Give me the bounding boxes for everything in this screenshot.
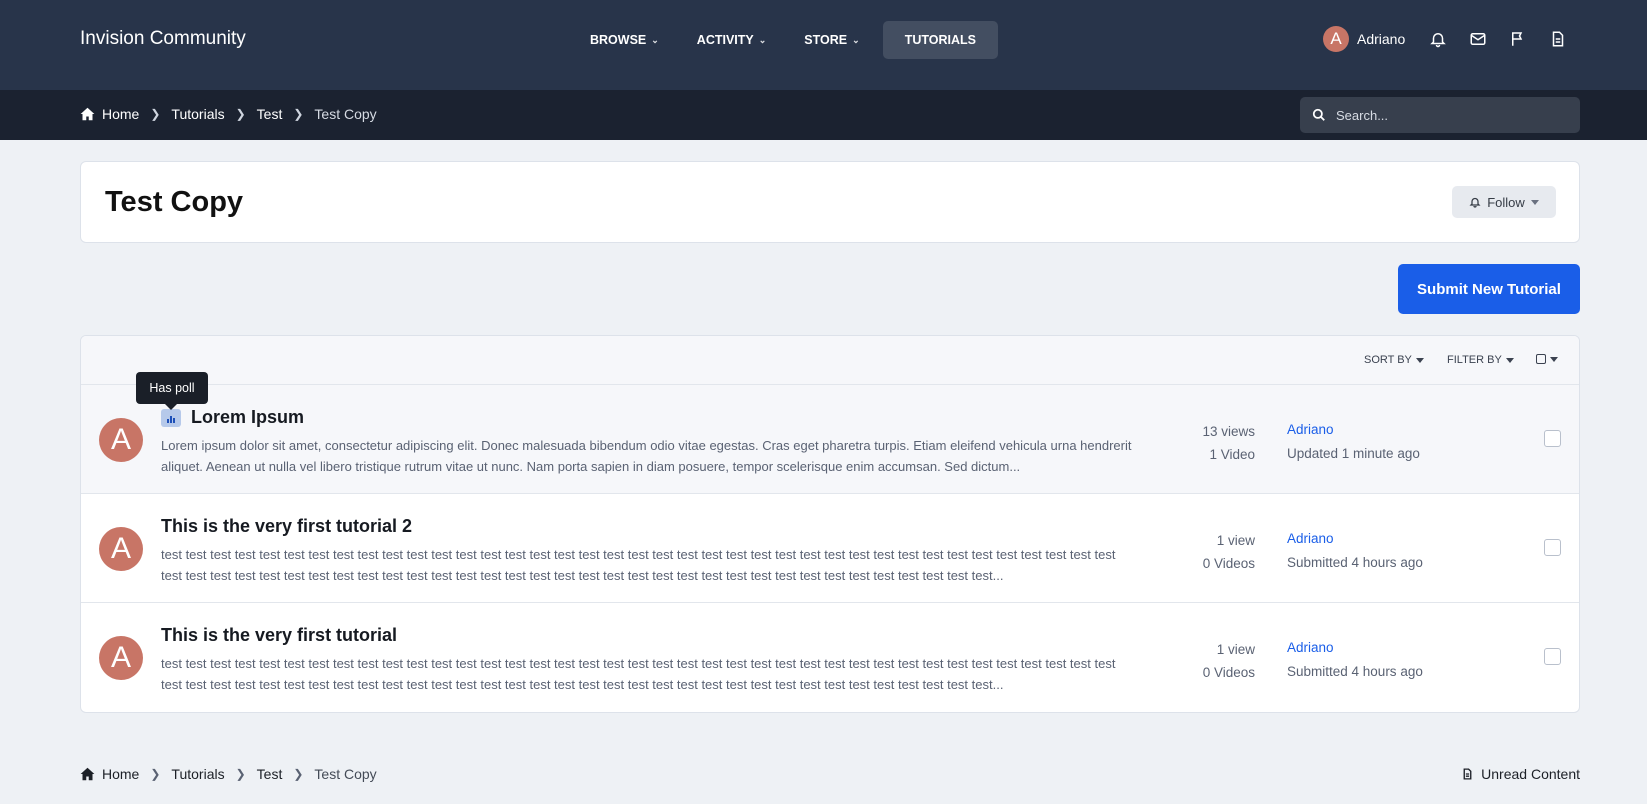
document-icon[interactable]	[1549, 30, 1567, 48]
nav-store[interactable]: STORE ⌄	[789, 21, 874, 59]
main-nav: BROWSE ⌄ ACTIVITY ⌄ STORE ⌄ TUTORIALS	[575, 21, 998, 59]
filter-by-button[interactable]: FILTER BY	[1447, 354, 1514, 366]
item-description: Lorem ipsum dolor sit amet, consectetur …	[161, 438, 1132, 474]
username: Adriano	[1357, 31, 1406, 47]
follow-label: Follow	[1487, 194, 1525, 210]
avatar[interactable]: A	[99, 418, 143, 462]
item-meta: Adriano Submitted 4 hours ago	[1287, 636, 1423, 684]
item-title[interactable]: This is the very first tutorial 2	[161, 516, 412, 537]
caret-down-icon	[1530, 199, 1539, 205]
avatar: A	[1323, 26, 1349, 52]
view-count: 1 view	[1216, 642, 1255, 657]
item-status: Submitted 4 hours ago	[1287, 555, 1423, 570]
item-title-text: Lorem Ipsum	[191, 407, 305, 427]
video-count: 0 Videos	[1202, 556, 1255, 571]
nav-activity[interactable]: ACTIVITY ⌄	[682, 21, 782, 59]
follow-button[interactable]: Follow	[1452, 186, 1556, 218]
tooltip: Has poll	[136, 372, 208, 410]
filter-by-label: FILTER BY	[1447, 354, 1502, 366]
item-stats: 1 view 0 Videos	[1203, 638, 1255, 684]
item-title[interactable]: This is the very first tutorial	[161, 625, 397, 646]
document-icon	[1463, 768, 1472, 780]
unread-content-label: Unread Content	[1481, 766, 1580, 782]
caret-down-icon	[1550, 356, 1558, 362]
nav-browse[interactable]: BROWSE ⌄	[575, 21, 674, 59]
breadcrumb-tutorials[interactable]: Tutorials	[171, 766, 224, 782]
breadcrumb: Home ❯ Tutorials ❯ Test ❯ Test Copy	[80, 106, 377, 122]
breadcrumb-tutorials[interactable]: Tutorials	[171, 106, 224, 122]
chevron-right-icon: ❯	[150, 767, 161, 781]
checkbox-icon	[1536, 354, 1546, 364]
item-meta: Adriano Updated 1 minute ago	[1287, 418, 1420, 466]
page-title: Test Copy	[105, 186, 244, 218]
item-title[interactable]: Lorem Ipsum	[161, 407, 304, 428]
nav-browse-label: BROWSE	[590, 33, 647, 47]
home-icon	[80, 767, 95, 781]
chevron-down-icon: ⌄	[651, 34, 659, 45]
envelope-icon[interactable]	[1469, 30, 1487, 48]
nav-tutorials-label: TUTORIALS	[904, 33, 976, 47]
caret-down-icon	[1415, 357, 1424, 363]
flag-icon[interactable]	[1509, 30, 1527, 48]
chevron-down-icon: ⌄	[852, 34, 860, 45]
breadcrumb-test[interactable]: Test	[257, 766, 283, 782]
breadcrumb-test[interactable]: Test	[257, 106, 283, 122]
search-icon	[1312, 108, 1325, 121]
breadcrumb-home[interactable]: Home	[102, 766, 139, 782]
site-title[interactable]: Invision Community	[80, 28, 246, 50]
user-menu[interactable]: A Adriano	[1323, 26, 1405, 52]
view-count: 1 view	[1216, 533, 1255, 548]
list-item[interactable]: A This is the very first tutorial test t…	[81, 603, 1579, 712]
home-icon	[80, 107, 95, 121]
unread-content-link[interactable]: Unread Content	[1461, 766, 1580, 782]
list-toolbar: SORT BY FILTER BY	[81, 336, 1579, 385]
submit-new-tutorial-button[interactable]: Submit New Tutorial	[1398, 264, 1580, 314]
chevron-right-icon: ❯	[293, 107, 304, 121]
search-input[interactable]	[1336, 107, 1556, 123]
chevron-right-icon: ❯	[235, 107, 246, 121]
footer-breadcrumb: Home ❯ Tutorials ❯ Test ❯ Test Copy	[80, 766, 377, 782]
breadcrumb-home[interactable]: Home	[102, 106, 139, 122]
chevron-right-icon: ❯	[150, 107, 161, 121]
item-meta: Adriano Submitted 4 hours ago	[1287, 527, 1423, 575]
nav-activity-label: ACTIVITY	[696, 33, 754, 47]
author-link[interactable]: Adriano	[1287, 636, 1423, 660]
tutorial-list: SORT BY FILTER BY A Lorem Ipsum Lorem ip…	[80, 335, 1580, 713]
item-status: Submitted 4 hours ago	[1287, 664, 1423, 679]
author-link[interactable]: Adriano	[1287, 527, 1423, 551]
view-count: 13 views	[1202, 424, 1255, 439]
caret-down-icon	[1505, 357, 1514, 363]
chevron-down-icon: ⌄	[758, 34, 767, 45]
poll-icon	[161, 408, 181, 427]
item-description: test test test test test test test test …	[161, 656, 1116, 692]
list-item[interactable]: A Lorem Ipsum Lorem ipsum dolor sit amet…	[81, 385, 1579, 494]
nav-store-label: STORE	[804, 33, 848, 47]
chevron-right-icon: ❯	[293, 767, 304, 781]
page-header-card: Test Copy Follow	[80, 161, 1580, 243]
list-item[interactable]: A This is the very first tutorial 2 test…	[81, 494, 1579, 603]
sort-by-button[interactable]: SORT BY	[1364, 354, 1424, 366]
avatar[interactable]: A	[99, 527, 143, 571]
search-box[interactable]	[1300, 97, 1580, 133]
nav-tutorials[interactable]: TUTORIALS	[882, 21, 998, 59]
sort-by-label: SORT BY	[1364, 354, 1412, 366]
site-header: Invision Community BROWSE ⌄ ACTIVITY ⌄ S…	[0, 0, 1647, 90]
avatar[interactable]: A	[99, 636, 143, 680]
item-status: Updated 1 minute ago	[1287, 446, 1420, 461]
author-link[interactable]: Adriano	[1287, 418, 1420, 442]
select-all-menu[interactable]	[1536, 354, 1558, 364]
breadcrumb-current: Test Copy	[314, 106, 377, 122]
row-checkbox[interactable]	[1544, 539, 1561, 556]
item-stats: 1 view 0 Videos	[1203, 529, 1255, 575]
bell-icon	[1469, 197, 1481, 208]
bell-icon[interactable]	[1429, 30, 1447, 48]
breadcrumb-current: Test Copy	[314, 766, 377, 782]
item-stats: 13 views 1 Video	[1202, 420, 1255, 466]
row-checkbox[interactable]	[1544, 648, 1561, 665]
row-checkbox[interactable]	[1544, 430, 1561, 447]
video-count: 0 Videos	[1202, 665, 1255, 680]
chevron-right-icon: ❯	[235, 767, 246, 781]
video-count: 1 Video	[1209, 447, 1255, 462]
item-description: test test test test test test test test …	[161, 547, 1116, 583]
